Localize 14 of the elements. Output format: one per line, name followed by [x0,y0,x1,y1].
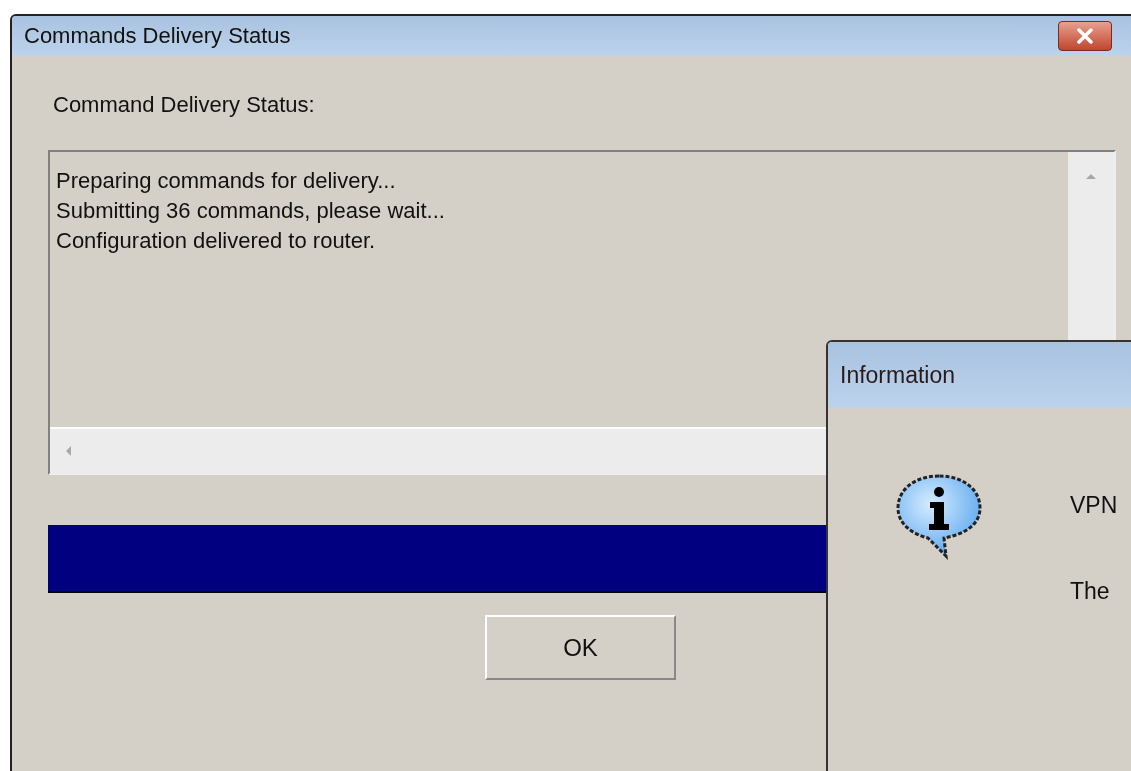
status-label: Command Delivery Status: [53,92,316,116]
info-icon [894,472,984,560]
close-icon [1075,28,1095,44]
message-text: The [1070,578,1111,606]
log-line: Submitting 36 commands, please wait... [56,197,446,225]
window-title: Commands Delivery Status [24,23,291,49]
close-button[interactable] [1058,21,1112,51]
ok-button[interactable]: OK [485,615,676,680]
message-text: VPN [1070,492,1118,520]
dialog-title: Information [840,361,956,389]
left-arrow-icon[interactable] [64,445,72,457]
log-line: Preparing commands for delivery... [56,167,397,195]
log-line: Configuration delivered to router. [56,227,377,255]
up-arrow-icon[interactable] [1085,172,1097,180]
